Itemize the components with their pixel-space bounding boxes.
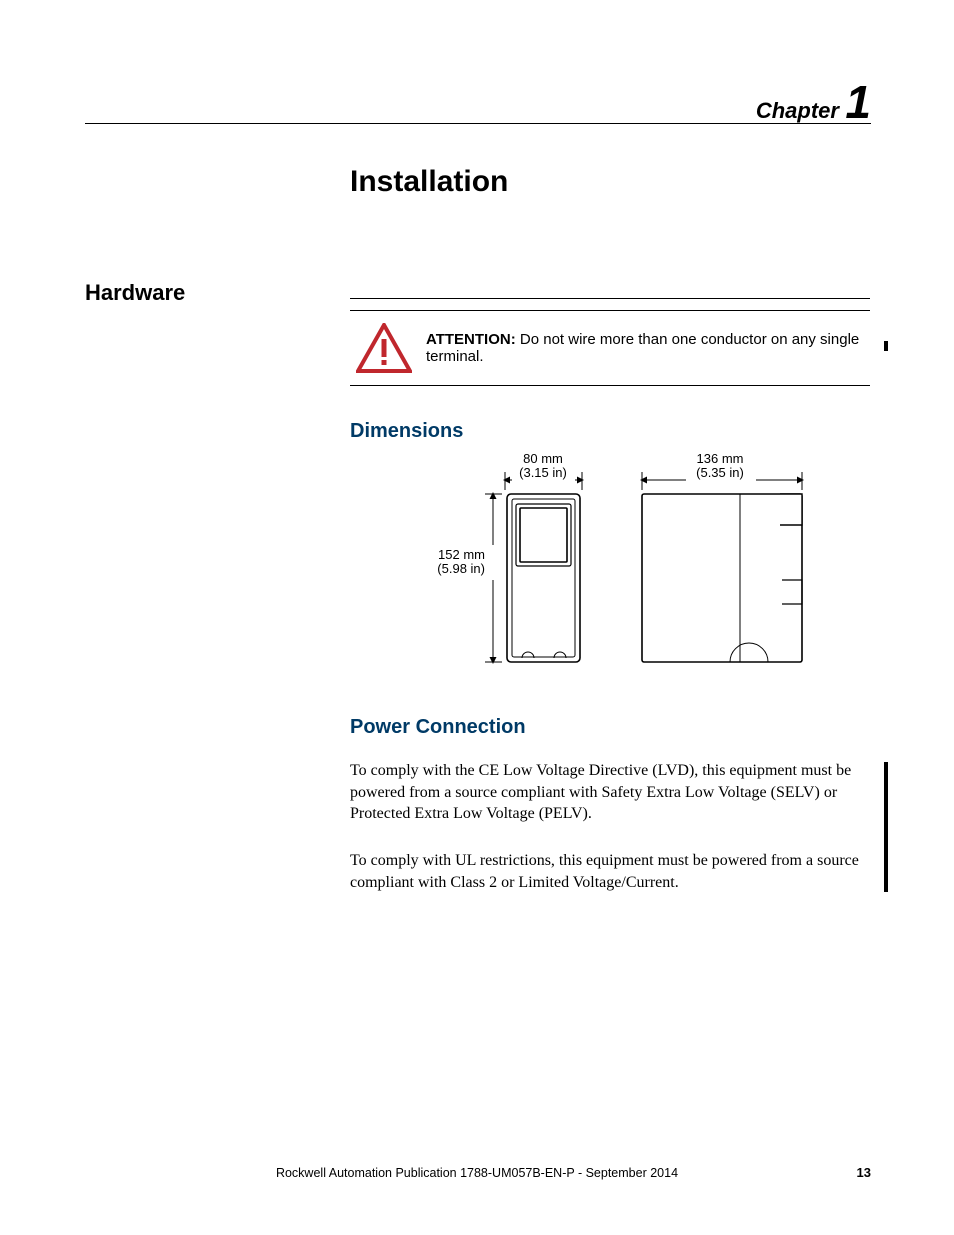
body-paragraph-2: To comply with UL restrictions, this equ… — [350, 850, 870, 893]
change-bar — [884, 341, 888, 351]
divider-top — [85, 123, 871, 124]
footer-publication: Rockwell Automation Publication 1788-UM0… — [0, 1166, 954, 1180]
page-title: Installation — [350, 165, 508, 199]
chapter-number: 1 — [845, 76, 871, 128]
page-number: 13 — [857, 1165, 871, 1180]
attention-text: ATTENTION: Do not wire more than one con… — [418, 331, 870, 365]
subheading-dimensions: Dimensions — [350, 420, 463, 443]
change-bar — [884, 762, 888, 892]
dimensions-svg — [430, 452, 840, 672]
subheading-power: Power Connection — [350, 716, 526, 739]
chapter-word: Chapter — [756, 98, 839, 123]
attention-callout: ATTENTION: Do not wire more than one con… — [350, 310, 870, 386]
chapter-header: Chapter 1 — [756, 75, 871, 129]
warning-icon — [350, 323, 418, 373]
dimensions-diagram: 80 mm (3.15 in) 136 mm (5.35 in) 152 mm … — [430, 452, 840, 672]
section-hardware: Hardware — [85, 280, 185, 306]
body-paragraph-1: To comply with the CE Low Voltage Direct… — [350, 760, 870, 825]
attention-label: ATTENTION: — [426, 331, 516, 348]
divider-section — [350, 298, 870, 299]
